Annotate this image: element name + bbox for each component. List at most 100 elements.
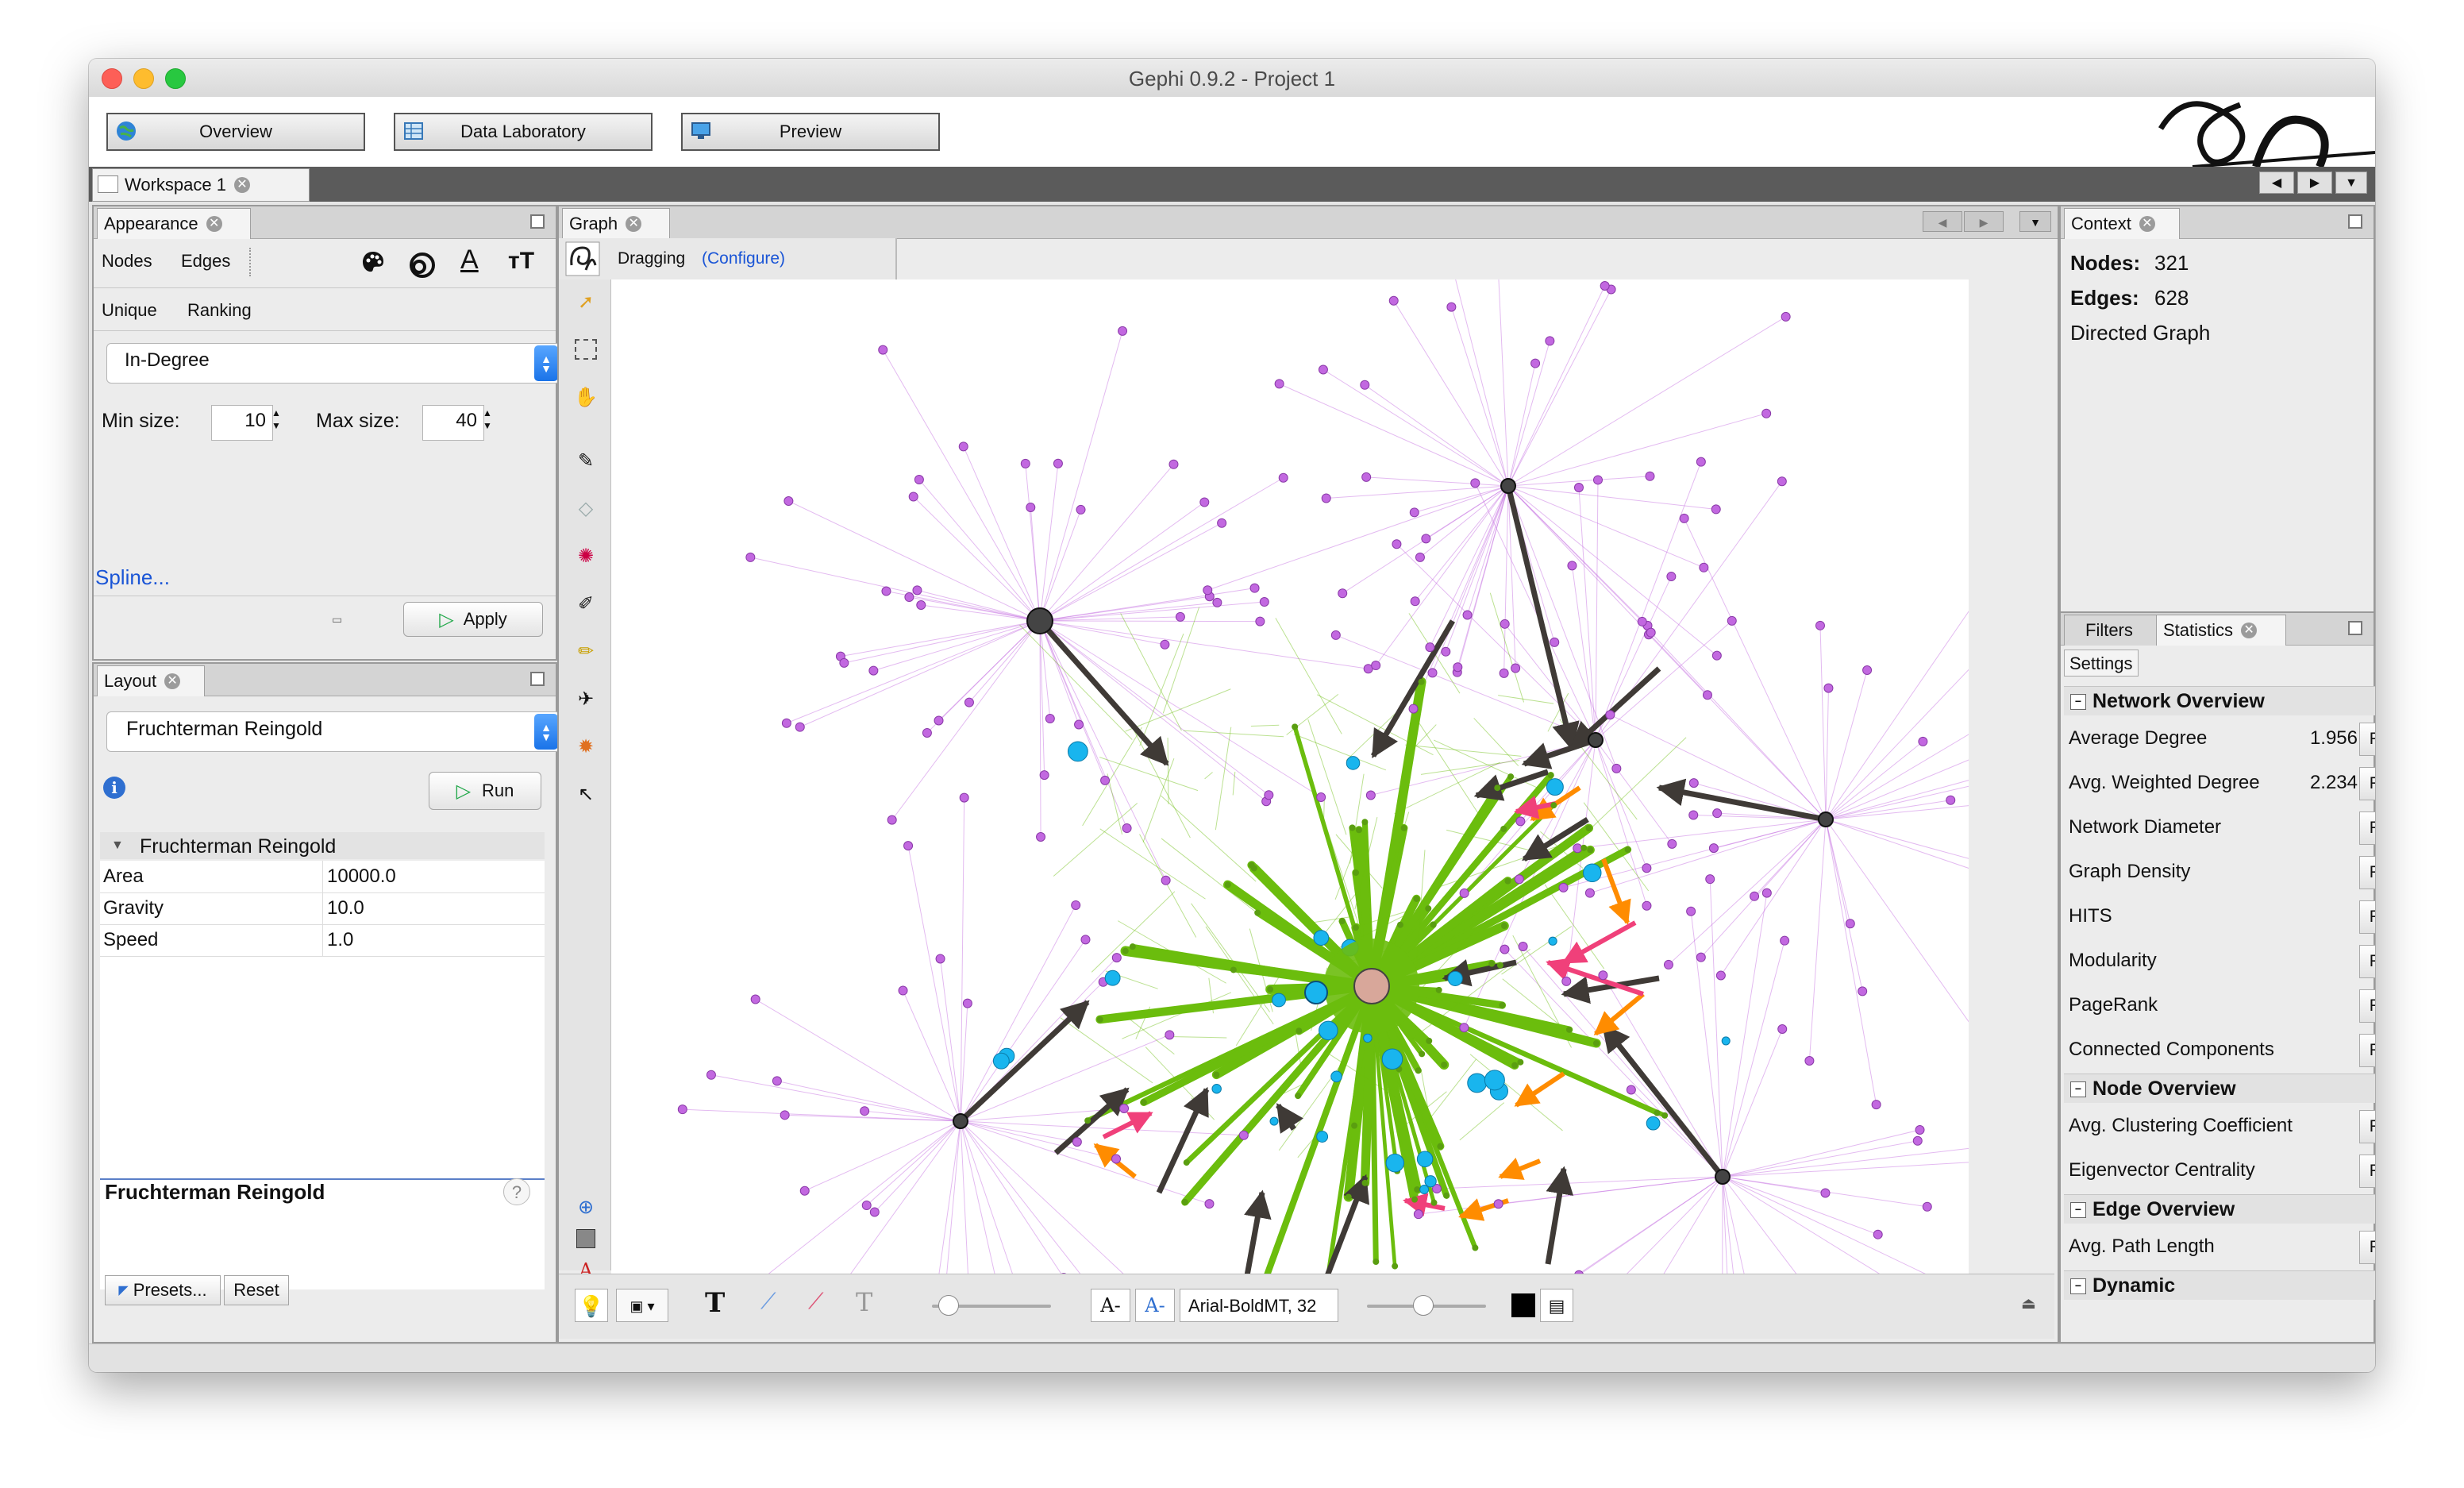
filters-tab[interactable]: Filters	[2064, 615, 2161, 646]
property-value[interactable]: 1.0	[327, 929, 353, 951]
info-icon[interactable]: i	[103, 777, 125, 799]
run-layout-button[interactable]: ▷ Run	[429, 772, 541, 810]
brush-icon[interactable]: ✐	[572, 589, 600, 618]
reset-button[interactable]: Reset	[224, 1275, 289, 1305]
run-statistic-button[interactable]: Run	[2359, 1155, 2375, 1188]
close-statistics-icon[interactable]: ✕	[2241, 623, 2258, 638]
workspace-menu-icon[interactable]: ▼	[2335, 172, 2367, 194]
background-color-icon[interactable]	[572, 1224, 600, 1253]
font-decrease-icon[interactable]: A-	[1091, 1289, 1130, 1322]
close-graph-icon[interactable]: ✕	[626, 216, 642, 232]
run-statistic-button[interactable]: Run	[2359, 1110, 2375, 1143]
overview-mode-button[interactable]: Overview	[106, 113, 365, 151]
edge-color-icon[interactable]: ⟋	[808, 1289, 824, 1315]
min-size-stepper[interactable]: ▲ ▼	[268, 407, 284, 434]
color-picker-icon[interactable]: ✺	[572, 542, 600, 570]
gephi-mode-icon[interactable]	[565, 241, 600, 276]
select-arrow-icon[interactable]: ➚	[572, 287, 600, 316]
presets-button[interactable]: ◤ Presets...	[105, 1275, 221, 1305]
font-selector[interactable]: Arial-BoldMT, 32	[1180, 1289, 1338, 1322]
edge-scale-handle[interactable]	[938, 1295, 959, 1316]
max-size-stepper[interactable]: ▲ ▼	[479, 407, 495, 434]
label-scale-handle[interactable]	[1413, 1295, 1434, 1316]
drag-hand-icon[interactable]: ✋	[572, 383, 600, 411]
data-laboratory-mode-button[interactable]: Data Laboratory	[394, 113, 653, 151]
label-color-swatch[interactable]	[1511, 1293, 1535, 1317]
max-size-input[interactable]: 40	[422, 405, 484, 441]
run-statistic-button[interactable]: Run	[2359, 1231, 2375, 1264]
label-attributes-icon[interactable]: ▤	[1540, 1289, 1573, 1322]
close-layout-icon[interactable]: ✕	[164, 673, 181, 689]
edges-tab[interactable]: Edges	[181, 251, 230, 272]
run-statistic-button[interactable]: Run	[2359, 900, 2375, 934]
minimize-context-icon[interactable]	[2348, 214, 2362, 229]
close-workspace-icon[interactable]: ✕	[233, 177, 250, 193]
stats-section-header[interactable]: − Edge Overview	[2064, 1194, 2375, 1224]
graph-canvas[interactable]	[611, 279, 1969, 1274]
property-value[interactable]: 10000.0	[327, 865, 396, 888]
close-appearance-icon[interactable]: ✕	[206, 216, 222, 232]
screenshot-icon[interactable]: ▣ ▾	[616, 1289, 668, 1322]
edges-count: 628	[2154, 286, 2189, 310]
scroll-left-icon[interactable]: ◀	[1923, 211, 1962, 232]
ranking-attribute-select[interactable]: In-Degree ▲ ▼	[106, 343, 560, 384]
spline-link[interactable]: Spline...	[95, 565, 170, 590]
configure-link[interactable]: (Configure)	[702, 249, 785, 268]
font-increase-icon[interactable]: A-	[1135, 1289, 1175, 1322]
layout-properties-section[interactable]: ▼ Fruchterman Reingold	[100, 832, 545, 859]
diamond-icon[interactable]: ◇	[572, 494, 600, 522]
rectangle-select-icon[interactable]	[572, 335, 600, 364]
ranking-tab[interactable]: Ranking	[187, 300, 252, 321]
lightbulb-icon[interactable]: 💡	[575, 1289, 608, 1322]
minimize-layout-icon[interactable]	[530, 672, 545, 686]
scroll-right-icon[interactable]: ▶	[1964, 211, 2004, 232]
auto-apply-icon[interactable]: ▭	[332, 613, 342, 626]
run-statistic-button[interactable]: Run	[2359, 1034, 2375, 1067]
size-icon[interactable]	[408, 249, 437, 278]
layout-tab[interactable]: Layout ✕	[97, 665, 205, 696]
stats-section-header[interactable]: − Dynamic	[2064, 1270, 2375, 1300]
edit-node-icon[interactable]: ↖	[572, 780, 600, 808]
graph-tab[interactable]: Graph ✕	[562, 208, 670, 239]
close-context-icon[interactable]: ✕	[2139, 216, 2155, 232]
workspace-tab[interactable]: Workspace 1 ✕	[92, 168, 310, 202]
pencil-icon[interactable]: ✏	[572, 637, 600, 665]
context-tab[interactable]: Context ✕	[2064, 208, 2180, 239]
scroll-left-icon[interactable]: ◀	[2259, 172, 2294, 194]
label-size-icon[interactable]: тT	[508, 248, 534, 275]
help-icon[interactable]: ?	[503, 1178, 530, 1205]
network-graph[interactable]	[611, 279, 1969, 1274]
unique-tab[interactable]: Unique	[102, 300, 157, 321]
settings-button[interactable]: Settings	[2064, 650, 2139, 677]
edge-icon[interactable]: ⟋	[760, 1289, 776, 1315]
layout-algorithm-select[interactable]: Fruchterman Reingold ▲ ▼	[106, 711, 560, 752]
nodes-tab[interactable]: Nodes	[102, 251, 152, 272]
show-labels-icon[interactable]: T	[705, 1287, 725, 1319]
graph-menu-icon[interactable]: ▼	[2019, 211, 2051, 232]
run-statistic-button[interactable]: Run	[2359, 767, 2375, 800]
preview-mode-button[interactable]: Preview	[681, 113, 940, 151]
min-size-input[interactable]: 10	[211, 405, 273, 441]
run-statistic-button[interactable]: Run	[2359, 856, 2375, 889]
stats-section-header[interactable]: − Network Overview	[2064, 686, 2375, 715]
stats-section-header[interactable]: − Node Overview	[2064, 1074, 2375, 1103]
run-statistic-button[interactable]: Run	[2359, 945, 2375, 978]
scroll-right-icon[interactable]: ▶	[2297, 172, 2332, 194]
palette-icon[interactable]	[360, 249, 386, 275]
airplane-icon[interactable]: ✈	[572, 684, 600, 713]
statistics-tab[interactable]: Statistics ✕	[2156, 615, 2286, 646]
painter-icon[interactable]: ✎	[572, 446, 600, 475]
gear-icon[interactable]: ✹	[572, 732, 600, 761]
label-color-icon[interactable]: A	[460, 245, 479, 276]
edge-label-icon[interactable]: T	[856, 1287, 872, 1317]
collapse-toolbar-icon[interactable]: ⏏	[2021, 1293, 2036, 1313]
run-statistic-button[interactable]: Run	[2359, 723, 2375, 756]
minimize-appearance-icon[interactable]	[530, 214, 545, 229]
property-value[interactable]: 10.0	[327, 897, 364, 919]
zoom-fit-icon[interactable]: ⊕	[572, 1193, 600, 1221]
minimize-statistics-icon[interactable]	[2348, 621, 2362, 635]
run-statistic-button[interactable]: Run	[2359, 811, 2375, 845]
apply-button[interactable]: ▷ Apply	[403, 602, 543, 637]
appearance-tab[interactable]: Appearance ✕	[97, 208, 251, 239]
run-statistic-button[interactable]: Run	[2359, 989, 2375, 1023]
